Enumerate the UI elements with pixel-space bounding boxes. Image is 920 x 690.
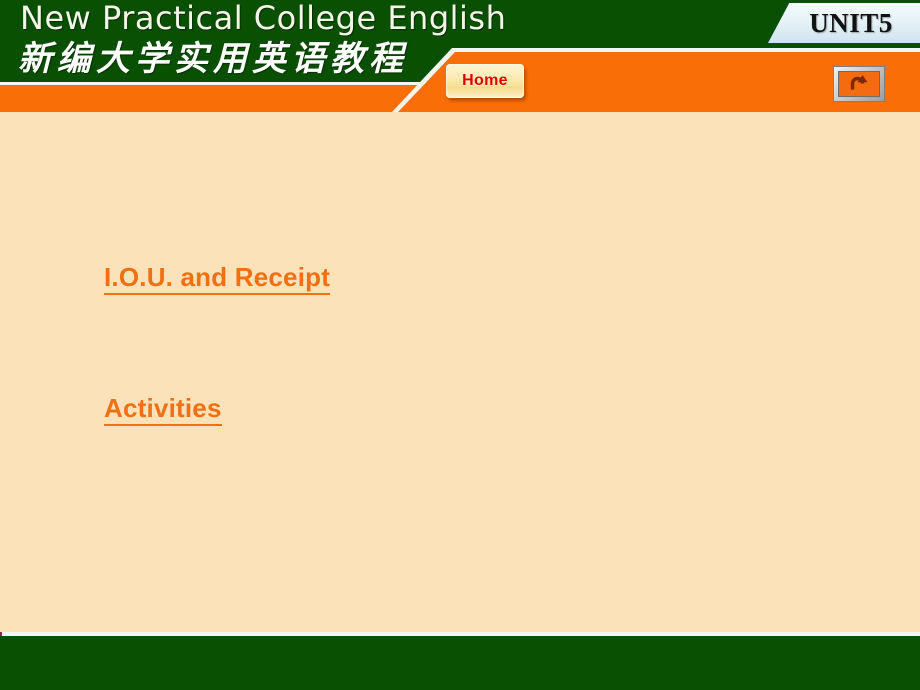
- return-arrow-icon: [850, 75, 868, 90]
- footer-divider-tick: [0, 632, 2, 636]
- course-title-chinese: 新编大学实用英语教程: [18, 39, 408, 79]
- slide-canvas: New Practical College English 新编大学实用英语教程…: [0, 0, 920, 690]
- footer-divider: [0, 632, 920, 636]
- return-button-inner: [838, 71, 880, 97]
- return-button[interactable]: [833, 66, 885, 102]
- unit-badge-label: UNIT5: [809, 7, 893, 38]
- link-activities[interactable]: Activities: [104, 393, 222, 426]
- footer-green-band: [0, 636, 920, 690]
- link-iou-and-receipt[interactable]: I.O.U. and Receipt: [104, 262, 331, 295]
- home-button-label: Home: [462, 72, 508, 89]
- course-title-english: New Practical College English: [20, 0, 507, 37]
- home-button[interactable]: Home: [446, 64, 524, 98]
- slide-body: I.O.U. and Receipt Activities: [0, 112, 920, 632]
- unit-badge: UNIT5: [768, 3, 920, 43]
